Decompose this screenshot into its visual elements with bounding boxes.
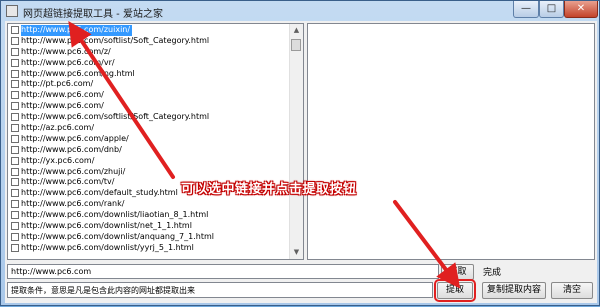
list-item[interactable]: http://www.pc6.com/ <box>8 90 290 101</box>
checkbox[interactable] <box>11 232 19 241</box>
checkbox[interactable] <box>11 156 19 165</box>
link-url: http://www.pc6.com/vr/ <box>21 57 115 67</box>
checkbox[interactable] <box>11 102 19 111</box>
close-button[interactable]: ✕ <box>564 1 598 18</box>
list-item[interactable]: http://az.pc6.com/ <box>8 123 290 134</box>
annotation-text: 可以选中链接并点击提取按钮 <box>181 182 357 197</box>
extract-button[interactable]: 提取 <box>434 279 476 302</box>
link-url: http://www.pc6.com/ng.html <box>21 68 135 78</box>
list-item[interactable]: http://www.pc6.com/downlist/liaotian_8_1… <box>8 210 290 221</box>
checkbox[interactable] <box>11 26 19 34</box>
list-item[interactable]: http://www.pc6.com/downlist/net_1_1.html <box>8 221 290 232</box>
list-item[interactable]: http://www.pc6.com/apple/ <box>8 134 290 145</box>
list-item[interactable]: http://www.pc6.com/zhuji/ <box>8 167 290 178</box>
link-url: http://www.pc6.com/apple/ <box>21 133 129 143</box>
list-item[interactable]: http://yx.pc6.com/ <box>8 156 290 167</box>
list-item[interactable]: http://www.pc6.com/vr/ <box>8 58 290 69</box>
link-list[interactable]: http://www.pc6.com/zuixin/http://www.pc6… <box>7 23 304 260</box>
list-item[interactable]: http://www.pc6.com/dnb/ <box>8 145 290 156</box>
list-item[interactable]: http://www.pc6.com/softlist/Soft_Categor… <box>8 36 290 47</box>
checkbox[interactable] <box>11 178 19 187</box>
checkbox[interactable] <box>11 113 19 122</box>
checkbox[interactable] <box>11 222 19 231</box>
link-url: http://az.pc6.com/ <box>21 123 95 133</box>
list-item[interactable]: http://www.pc6.com/zuixin/ <box>8 25 290 36</box>
list-item[interactable]: http://www.pc6.com/downlist/yyrj_5_1.htm… <box>8 243 290 254</box>
client-area: http://www.pc6.com/zuixin/http://www.pc6… <box>5 21 597 303</box>
status-text: 完成 <box>483 268 502 278</box>
clear-button[interactable]: 清空 <box>551 282 593 299</box>
link-url: http://www.pc6.com/ <box>21 90 104 100</box>
link-url: http://yx.pc6.com/ <box>21 155 95 165</box>
link-url: http://www.pc6.com/tv/ <box>21 177 115 187</box>
title-bar: 网页超链接提取工具 - 爱站之家 — □ ✕ <box>1 1 599 21</box>
list-item[interactable]: http://www.pc6.com/softlist/Soft_Categor… <box>8 112 290 123</box>
condition-input[interactable] <box>7 282 433 298</box>
checkbox[interactable] <box>11 36 19 45</box>
link-url: http://www.pc6.com/ <box>21 101 104 111</box>
checkbox[interactable] <box>11 200 19 209</box>
vertical-scrollbar[interactable]: ▲ ▼ <box>289 24 303 259</box>
link-url: http://www.pc6.com/downlist/yyrj_5_1.htm… <box>21 242 194 252</box>
scroll-up-icon[interactable]: ▲ <box>290 24 303 37</box>
app-window: 网页超链接提取工具 - 爱站之家 — □ ✕ http://www.pc6.co… <box>0 0 600 306</box>
url-input[interactable] <box>7 264 439 279</box>
checkbox[interactable] <box>11 167 19 176</box>
link-url: http://www.pc6.com/z/ <box>21 46 111 56</box>
list-item[interactable]: http://www.pc6.com/downlist/anquang_7_1.… <box>8 232 290 243</box>
app-icon <box>6 5 18 17</box>
link-url: http://www.pc6.com/downlist/net_1_1.html <box>21 221 192 231</box>
checkbox[interactable] <box>11 91 19 100</box>
list-item[interactable]: http://www.pc6.com/rank/ <box>8 199 290 210</box>
result-pane[interactable] <box>307 23 595 260</box>
scroll-thumb[interactable] <box>291 39 301 51</box>
link-url: http://www.pc6.com/zhuji/ <box>21 166 126 176</box>
list-item[interactable]: http://www.pc6.com/ <box>8 101 290 112</box>
scroll-down-icon[interactable]: ▼ <box>290 246 303 259</box>
list-item[interactable]: http://www.pc6.com/z/ <box>8 47 290 58</box>
checkbox[interactable] <box>11 134 19 143</box>
link-url: http://www.pc6.com/zuixin/ <box>21 25 133 36</box>
list-item[interactable]: http://www.pc6.com/ng.html <box>8 69 290 80</box>
link-url: http://pt.pc6.com/ <box>21 79 94 89</box>
window-title: 网页超链接提取工具 - 爱站之家 <box>23 9 163 20</box>
link-url: http://www.pc6.com/softlist/Soft_Categor… <box>21 112 210 122</box>
checkbox[interactable] <box>11 145 19 154</box>
link-url: http://www.pc6.com/downlist/anquang_7_1.… <box>21 231 214 241</box>
link-url: http://www.pc6.com/dnb/ <box>21 144 122 154</box>
fetch-button[interactable]: 获取 <box>441 264 474 280</box>
list-item[interactable]: http://pt.pc6.com/ <box>8 79 290 90</box>
checkbox[interactable] <box>11 69 19 78</box>
link-url: http://www.pc6.com/default_study.html <box>21 188 178 198</box>
copy-content-button[interactable]: 复制提取内容 <box>482 282 546 299</box>
checkbox[interactable] <box>11 47 19 56</box>
maximize-button[interactable]: □ <box>539 1 564 18</box>
checkbox[interactable] <box>11 211 19 220</box>
minimize-button[interactable]: — <box>513 1 539 18</box>
link-list-rows: http://www.pc6.com/zuixin/http://www.pc6… <box>8 25 290 254</box>
link-url: http://www.pc6.com/downlist/liaotian_8_1… <box>21 210 209 220</box>
link-url: http://www.pc6.com/rank/ <box>21 199 125 209</box>
checkbox[interactable] <box>11 243 19 252</box>
checkbox[interactable] <box>11 189 19 198</box>
checkbox[interactable] <box>11 124 19 133</box>
checkbox[interactable] <box>11 58 19 67</box>
checkbox[interactable] <box>11 80 19 89</box>
link-url: http://www.pc6.com/softlist/Soft_Categor… <box>21 35 210 45</box>
